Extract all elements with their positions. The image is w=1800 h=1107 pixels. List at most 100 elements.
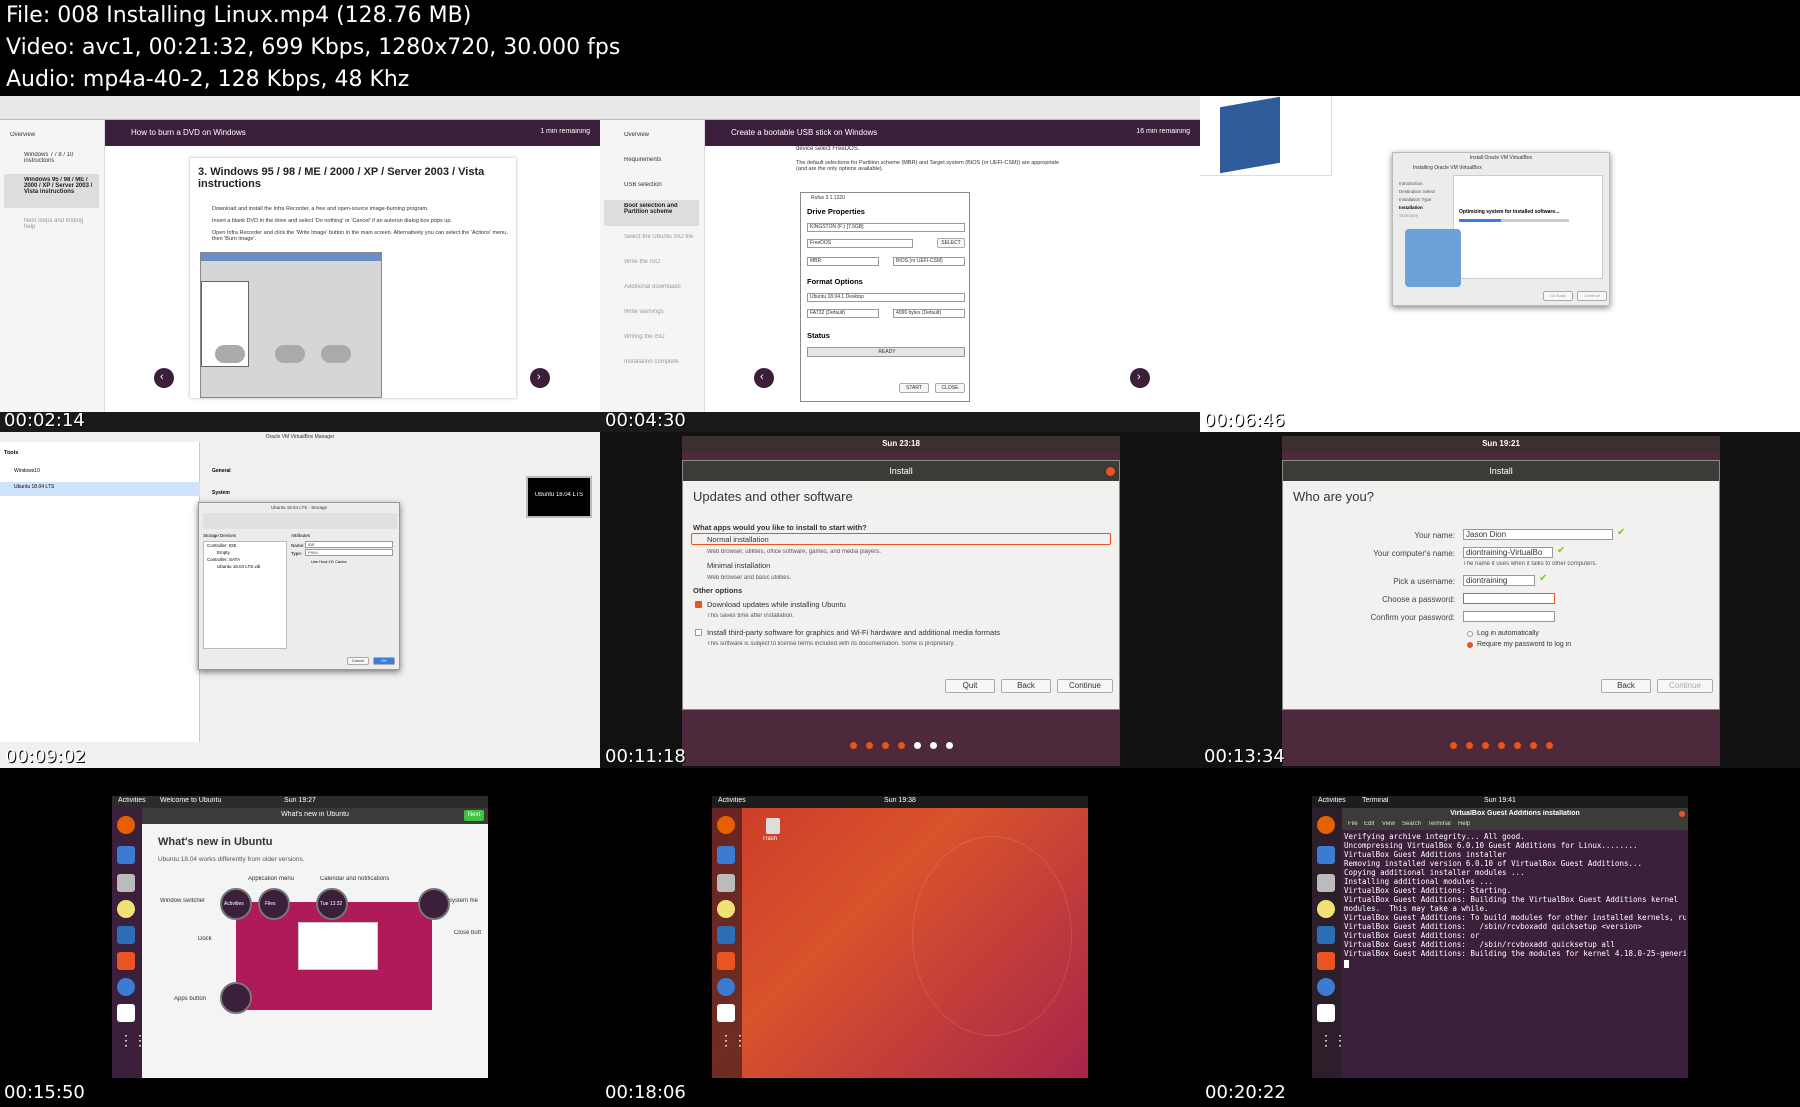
type-select[interactable]: PIIX4 <box>305 549 393 556</box>
trash-icon[interactable] <box>766 818 780 834</box>
thumbnail-5[interactable]: Sun 23:18 Install Updates and other soft… <box>600 432 1200 768</box>
writer-icon[interactable] <box>117 926 135 944</box>
checkbox-unchecked-icon[interactable] <box>695 629 702 636</box>
username-input[interactable]: diontraining <box>1463 575 1535 586</box>
menu-terminal[interactable]: Terminal <box>1428 821 1451 827</box>
files-icon[interactable] <box>1317 874 1335 892</box>
empty-drive[interactable]: Empty <box>217 550 230 555</box>
thumbnail-7[interactable]: Activities Welcome to Ubuntu Sun 19:27 ⋮… <box>0 768 600 1104</box>
thumbnail-9[interactable]: Activities Terminal Sun 19:41 ⋮⋮ Virtual… <box>1200 768 1800 1104</box>
next-button[interactable]: › <box>530 368 550 388</box>
back-button[interactable]: Back <box>1001 679 1051 693</box>
rhythmbox-icon[interactable] <box>717 900 735 918</box>
back-button[interactable]: Back <box>1601 679 1651 693</box>
login-password-radio[interactable]: Require my password to log in <box>1477 641 1571 648</box>
login-auto-radio[interactable]: Log in automatically <box>1477 630 1539 637</box>
next-button[interactable]: Next <box>464 810 484 821</box>
go-back-button[interactable]: Go Back <box>1543 291 1573 301</box>
sidebar-item[interactable]: Write the ISO <box>624 259 660 265</box>
software-icon[interactable] <box>717 952 735 970</box>
firefox-icon[interactable] <box>117 816 135 834</box>
amazon-icon[interactable] <box>717 1004 735 1022</box>
name-input[interactable]: IDE <box>305 541 393 548</box>
amazon-icon[interactable] <box>1317 1004 1335 1022</box>
writer-icon[interactable] <box>717 926 735 944</box>
software-icon[interactable] <box>1317 952 1335 970</box>
start-button[interactable]: START <box>899 383 929 393</box>
vm-item[interactable]: Windows10 <box>14 468 40 474</box>
sidebar-item[interactable]: Writing the ISO <box>624 334 665 340</box>
thumbnail-2[interactable]: Overview Requirements USB selection Boot… <box>600 96 1200 432</box>
continue-button[interactable]: Continue <box>1057 679 1113 693</box>
menu-help[interactable]: Help <box>1458 821 1470 827</box>
rhythmbox-icon[interactable] <box>1317 900 1335 918</box>
continue-button[interactable]: Continue <box>1657 679 1713 693</box>
firefox-icon[interactable] <box>1317 816 1335 834</box>
trash-label[interactable]: Trash <box>762 836 777 842</box>
device-select[interactable]: KINGSTON (F:) [7.5GB] <box>807 223 965 232</box>
close-icon[interactable] <box>1679 811 1685 817</box>
thunderbird-icon[interactable] <box>1317 846 1335 864</box>
partition-select[interactable]: MBR <box>807 257 879 266</box>
prev-button[interactable]: ‹ <box>754 368 774 388</box>
close-button[interactable]: CLOSE <box>935 383 965 393</box>
thunderbird-icon[interactable] <box>717 846 735 864</box>
menu-search[interactable]: Search <box>1402 821 1421 827</box>
boot-select[interactable]: FreeDOS <box>807 239 913 248</box>
radio-selected-icon[interactable] <box>1467 642 1473 648</box>
sidebar-item[interactable]: Next steps and finding help <box>24 218 96 230</box>
show-apps-icon[interactable]: ⋮⋮ <box>719 1032 747 1049</box>
sidebar-item[interactable]: Windows 7 / 8 / 10 instructions <box>24 152 100 164</box>
sidebar-item[interactable]: Additional downloads <box>624 284 681 290</box>
help-icon[interactable] <box>717 978 735 996</box>
sidebar-item[interactable]: Installation complete <box>624 359 679 365</box>
password-input[interactable] <box>1463 593 1555 604</box>
vdi-disk[interactable]: Ubuntu 18.04 LTS.vdi <box>217 564 260 569</box>
select-button[interactable]: SELECT <box>937 238 965 248</box>
sidebar-item[interactable]: Select the Ubuntu ISO file <box>624 234 693 240</box>
ide-controller[interactable]: Controller: IDE <box>207 543 237 548</box>
sata-controller[interactable]: Controller: SATA <box>207 557 240 562</box>
show-apps-icon[interactable]: ⋮⋮ <box>1319 1032 1347 1049</box>
software-icon[interactable] <box>117 952 135 970</box>
confirm-password-input[interactable] <box>1463 611 1555 622</box>
vm-item-selected[interactable]: Ubuntu 18.04 LTS <box>14 484 54 490</box>
files-icon[interactable] <box>717 874 735 892</box>
thumbnail-6[interactable]: Sun 19:21 Install Who are you? Your name… <box>1200 432 1800 768</box>
sidebar-item[interactable]: Overview <box>624 132 649 138</box>
sidebar-item[interactable]: USB selection <box>624 182 662 188</box>
download-updates-checkbox[interactable]: Download updates while installing Ubuntu <box>707 600 846 609</box>
thumbnail-4[interactable]: Oracle VM VirtualBox Manager Tools Windo… <box>0 432 600 768</box>
writer-icon[interactable] <box>1317 926 1335 944</box>
amazon-icon[interactable] <box>117 1004 135 1022</box>
cluster-select[interactable]: 4096 bytes (Default) <box>893 309 965 318</box>
normal-install-radio[interactable]: Normal installation <box>707 535 769 544</box>
thunderbird-icon[interactable] <box>117 846 135 864</box>
target-select[interactable]: BIOS (or UEFI-CSM) <box>893 257 965 266</box>
sidebar-item[interactable]: Write warnings <box>624 309 664 315</box>
third-party-checkbox[interactable]: Install third-party software for graphic… <box>707 628 1000 637</box>
help-icon[interactable] <box>117 978 135 996</box>
thumbnail-1[interactable]: Overview Windows 7 / 8 / 10 instructions… <box>0 96 600 432</box>
tools-item[interactable]: Tools <box>4 450 18 456</box>
thumbnail-3[interactable]: Install Oracle VM VirtualBox Installing … <box>1200 96 1800 432</box>
thumbnail-8[interactable]: Activities Sun 19:38 ⋮⋮ Trash 00:18:06 <box>600 768 1200 1104</box>
sidebar-item[interactable]: Requirements <box>624 157 661 163</box>
prev-button[interactable]: ‹ <box>154 368 174 388</box>
close-icon[interactable] <box>1106 467 1115 476</box>
volume-label-input[interactable]: Ubuntu 18.04.1 Desktop <box>807 293 965 302</box>
cancel-button[interactable]: Cancel <box>347 657 369 665</box>
continue-button[interactable]: Continue <box>1577 291 1607 301</box>
your-name-input[interactable]: Jason Dion <box>1463 529 1613 540</box>
menu-view[interactable]: View <box>1382 821 1395 827</box>
sidebar-item-active[interactable]: Boot selection and Partition scheme <box>624 203 696 215</box>
help-icon[interactable] <box>1317 978 1335 996</box>
host-cache-checkbox[interactable]: Use Host I/O Cache <box>311 559 347 564</box>
fs-select[interactable]: FAT32 (Default) <box>807 309 879 318</box>
computer-name-input[interactable]: diontraining-VirtualBo <box>1463 547 1553 558</box>
firefox-icon[interactable] <box>717 816 735 834</box>
next-button[interactable]: › <box>1130 368 1150 388</box>
ok-button[interactable]: OK <box>373 657 395 665</box>
rhythmbox-icon[interactable] <box>117 900 135 918</box>
quit-button[interactable]: Quit <box>945 679 995 693</box>
